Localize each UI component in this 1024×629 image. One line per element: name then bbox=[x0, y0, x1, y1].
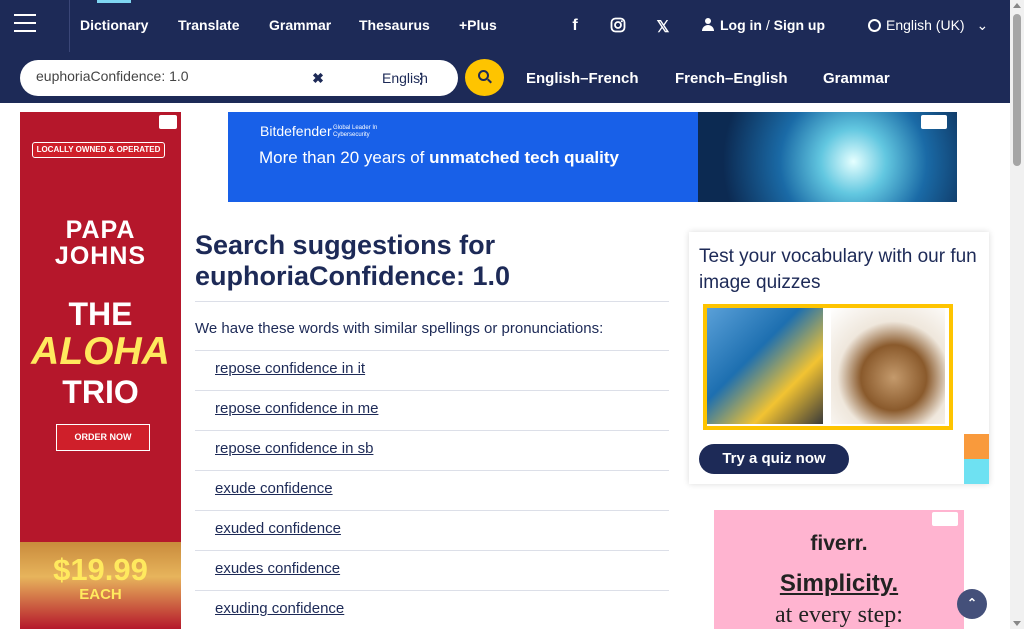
list-item: exudes confidence bbox=[195, 550, 669, 590]
ad-brand-line2: JOHNS bbox=[54, 242, 147, 270]
parrot-image bbox=[707, 308, 823, 424]
banner-message-bold: unmatched tech quality bbox=[429, 148, 619, 167]
user-icon bbox=[702, 18, 714, 31]
more-options-icon: ⋮ bbox=[414, 70, 428, 86]
search-input[interactable] bbox=[36, 68, 296, 84]
suggestion-link[interactable]: exudes confidence bbox=[215, 560, 340, 577]
search-button[interactable] bbox=[465, 59, 504, 96]
suggestions-intro: We have these words with similar spellin… bbox=[195, 320, 604, 337]
list-item: exude confidence bbox=[195, 470, 669, 510]
suggestion-link[interactable]: exuded confidence bbox=[215, 520, 341, 537]
ad-price: $19.99 bbox=[53, 552, 148, 587]
nav-plus[interactable]: +Plus bbox=[459, 17, 497, 33]
ad-choices-icon[interactable] bbox=[921, 115, 947, 129]
scroll-down-arrow-icon[interactable] bbox=[1013, 621, 1021, 626]
top-navigation: Dictionary Translate Grammar Thesaurus +… bbox=[0, 0, 1010, 52]
ad-choices-icon[interactable] bbox=[159, 115, 177, 129]
banner-advertisement[interactable]: Bitdefender Global Leader In Cybersecuri… bbox=[228, 112, 957, 202]
ad-order-button[interactable]: ORDER NOW bbox=[56, 424, 150, 451]
list-item: exuding confidence bbox=[195, 590, 669, 629]
fiverr-logo: fiverr. bbox=[810, 532, 868, 555]
scrollbar-thumb[interactable] bbox=[1013, 14, 1021, 166]
ad-headline-trio: TRIO bbox=[62, 374, 139, 410]
try-quiz-button[interactable]: Try a quiz now bbox=[699, 444, 849, 474]
list-item: repose confidence in sb bbox=[195, 430, 669, 470]
instagram-icon[interactable] bbox=[608, 17, 628, 38]
list-item: repose confidence in me bbox=[195, 390, 669, 430]
banner-message: More than 20 years of unmatched tech qua… bbox=[259, 148, 619, 168]
ad-badge: LOCALLY OWNED & OPERATED bbox=[32, 142, 165, 158]
auth-links: Log in / Sign up bbox=[702, 17, 825, 33]
hamburger-menu-icon[interactable] bbox=[14, 14, 36, 34]
quiz-image-link[interactable] bbox=[703, 304, 953, 430]
ad-choices-icon[interactable] bbox=[932, 512, 958, 526]
page-title-term: euphoriaConfidence: 1.0 bbox=[195, 261, 511, 291]
clear-search-icon[interactable]: ✖ bbox=[308, 68, 328, 88]
suggestion-link[interactable]: repose confidence in it bbox=[215, 360, 365, 377]
quiz-promo-card: Test your vocabulary with our fun image … bbox=[689, 232, 989, 484]
ad-brand-line1: PAPA bbox=[65, 216, 136, 244]
facebook-icon[interactable]: f bbox=[565, 17, 585, 35]
quicklink-grammar[interactable]: Grammar bbox=[823, 70, 890, 87]
fiverr-subline: at every step: bbox=[775, 602, 903, 628]
site-language-label: English (UK) bbox=[886, 17, 965, 33]
banner-message-plain: More than 20 years of bbox=[259, 148, 430, 167]
nav-thesaurus[interactable]: Thesaurus bbox=[359, 17, 430, 33]
globe-icon bbox=[868, 19, 881, 32]
suggestions-list: repose confidence in it repose confidenc… bbox=[195, 350, 669, 629]
search-box: ✖ English ⋮ bbox=[20, 60, 458, 96]
quicklink-french-english[interactable]: French–English bbox=[675, 70, 788, 87]
quicklink-english-french[interactable]: English–French bbox=[526, 70, 639, 87]
ad-headline-aloha: ALOHA bbox=[31, 330, 170, 373]
suggestion-link[interactable]: exuding confidence bbox=[215, 600, 344, 617]
page-scrollbar[interactable] bbox=[1010, 0, 1024, 629]
signup-link[interactable]: Sign up bbox=[774, 17, 825, 33]
scroll-to-top-icon[interactable]: ⌃ bbox=[957, 589, 987, 619]
side-tab-orange[interactable] bbox=[964, 434, 989, 459]
nav-dictionary[interactable]: Dictionary bbox=[80, 0, 148, 33]
fiverr-headline: Simplicity. bbox=[779, 570, 899, 597]
left-advertisement[interactable]: LOCALLY OWNED & OPERATED PAPA JOHNS THE … bbox=[20, 112, 181, 629]
ad-price-unit: EACH bbox=[79, 586, 122, 603]
search-bar: ✖ English ⋮ English–French French–Englis… bbox=[0, 52, 1010, 103]
nav-divider bbox=[69, 0, 70, 52]
snail-image bbox=[831, 308, 945, 424]
suggestion-link[interactable]: repose confidence in me bbox=[215, 400, 378, 417]
banner-tagline: Global Leader In Cybersecurity bbox=[333, 125, 378, 138]
quiz-title: Test your vocabulary with our fun image … bbox=[699, 246, 977, 293]
side-tab-cyan[interactable] bbox=[964, 459, 989, 484]
divider bbox=[195, 301, 669, 302]
page-title-prefix: Search suggestions for bbox=[195, 230, 496, 260]
x-twitter-icon[interactable]: 𝕏 bbox=[653, 17, 673, 37]
list-item: exuded confidence bbox=[195, 510, 669, 550]
suggestion-link[interactable]: exude confidence bbox=[215, 480, 333, 497]
sidebar-advertisement[interactable]: fiverr. Simplicity. at every step: bbox=[714, 510, 964, 629]
banner-visual bbox=[698, 112, 957, 202]
scroll-up-arrow-icon[interactable] bbox=[1013, 3, 1021, 8]
dictionary-select[interactable]: English ⋮ bbox=[336, 60, 450, 96]
list-item: repose confidence in it bbox=[195, 350, 669, 390]
login-link[interactable]: Log in bbox=[720, 17, 762, 33]
auth-separator: / bbox=[765, 17, 770, 33]
ad-headline-the: THE bbox=[68, 296, 133, 332]
site-language-select[interactable]: English (UK) ⌄ bbox=[868, 17, 988, 34]
page-title: Search suggestions for euphoriaConfidenc… bbox=[195, 230, 510, 292]
nav-translate[interactable]: Translate bbox=[178, 17, 239, 33]
banner-brand: Bitdefender bbox=[260, 123, 332, 139]
nav-grammar[interactable]: Grammar bbox=[269, 17, 331, 33]
chevron-down-icon: ⌄ bbox=[976, 17, 989, 33]
suggestion-link[interactable]: repose confidence in sb bbox=[215, 440, 373, 457]
